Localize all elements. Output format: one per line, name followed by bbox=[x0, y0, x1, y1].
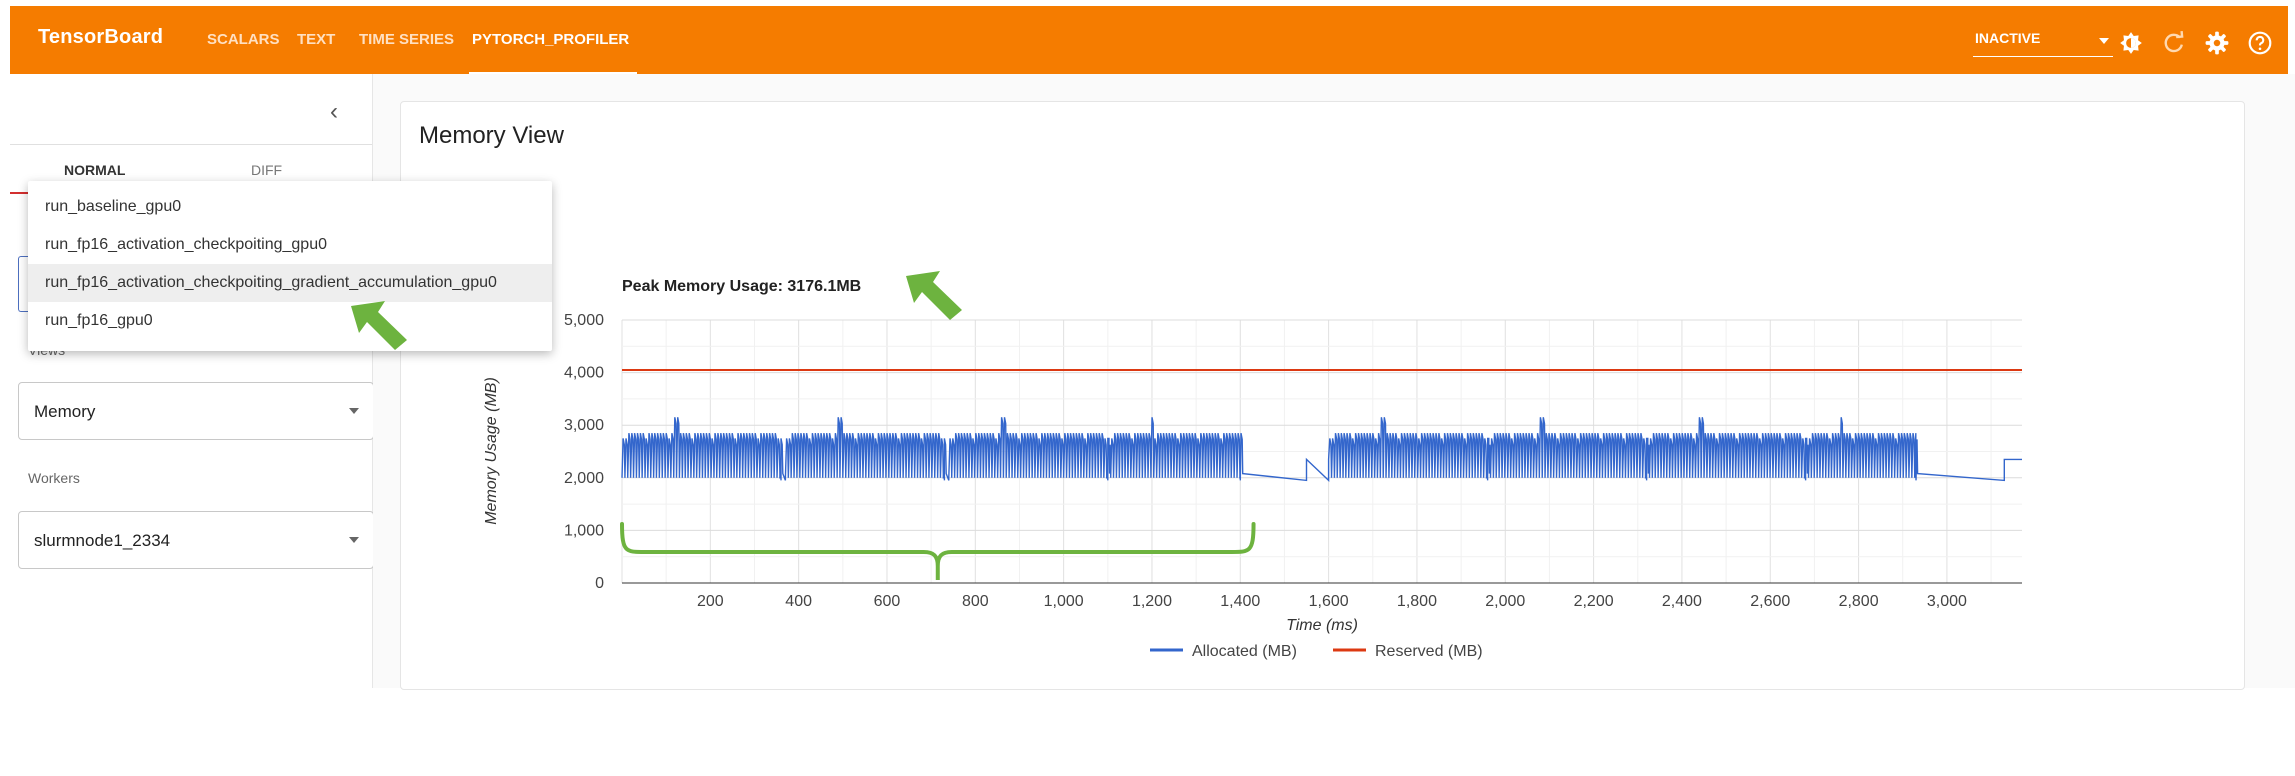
run-status-select[interactable]: INACTIVE bbox=[1973, 26, 2113, 57]
sidebar-divider bbox=[10, 144, 372, 145]
chevron-down-icon bbox=[349, 408, 359, 414]
page-title: Memory View bbox=[419, 122, 564, 149]
dropdown-option-label: run_fp16_gpu0 bbox=[45, 312, 153, 329]
dropdown-option-label: run_baseline_gpu0 bbox=[45, 198, 182, 215]
peak-memory-label: Peak Memory Usage: 3176.1MB bbox=[622, 278, 862, 295]
dropdown-option-run-fp16-activation-checkpointing[interactable]: run_fp16_activation_checkpoiting_gpu0 bbox=[28, 226, 552, 264]
settings-icon[interactable] bbox=[2204, 30, 2230, 56]
tab-pytorch-profiler[interactable]: PYTORCH_PROFILER bbox=[472, 31, 629, 48]
callout-arrow-icon bbox=[906, 271, 962, 320]
dropdown-option-label: run_fp16_activation_checkpoiting_gpu0 bbox=[45, 236, 327, 253]
chevron-down-icon bbox=[2099, 38, 2109, 44]
tab-normal[interactable]: NORMAL bbox=[64, 162, 125, 178]
collapse-sidebar-button[interactable]: ‹ bbox=[330, 98, 338, 126]
run-status-label: INACTIVE bbox=[1975, 30, 2041, 46]
chevron-down-icon bbox=[349, 537, 359, 543]
dropdown-option-run-baseline[interactable]: run_baseline_gpu0 bbox=[28, 188, 552, 226]
help-icon[interactable] bbox=[2247, 30, 2273, 56]
sidebar: ‹ NORMAL DIFF Views Memory Workers slurm… bbox=[10, 74, 374, 688]
dropdown-option-run-fp16-gradient-accumulation[interactable]: run_fp16_activation_checkpoiting_gradien… bbox=[28, 264, 552, 302]
tab-scalars[interactable]: SCALARS bbox=[207, 31, 280, 48]
runs-dropdown-menu: run_baseline_gpu0 run_fp16_activation_ch… bbox=[28, 181, 552, 351]
workers-select-value: slurmnode1_2334 bbox=[34, 531, 171, 550]
theme-toggle-icon[interactable] bbox=[2118, 30, 2144, 56]
views-select-value: Memory bbox=[34, 402, 96, 421]
memory-view-card: Memory View Peak Memory Usage: 3176.1MB bbox=[400, 101, 2245, 690]
tab-text[interactable]: TEXT bbox=[297, 31, 335, 48]
refresh-icon[interactable] bbox=[2161, 30, 2187, 56]
workers-select[interactable]: slurmnode1_2334 bbox=[18, 511, 374, 569]
workers-label: Workers bbox=[28, 470, 80, 486]
callout-arrow-icon bbox=[351, 301, 407, 350]
views-select[interactable]: Memory bbox=[18, 382, 374, 440]
dropdown-option-label: run_fp16_activation_checkpoiting_gradien… bbox=[45, 274, 497, 291]
tab-diff[interactable]: DIFF bbox=[251, 162, 282, 178]
brand-title: TensorBoard bbox=[38, 26, 164, 48]
dropdown-option-run-fp16[interactable]: run_fp16_gpu0 bbox=[28, 302, 552, 340]
top-app-bar: TensorBoard SCALARS TEXT TIME SERIES PYT… bbox=[10, 6, 2288, 75]
tab-time-series[interactable]: TIME SERIES bbox=[359, 31, 454, 48]
